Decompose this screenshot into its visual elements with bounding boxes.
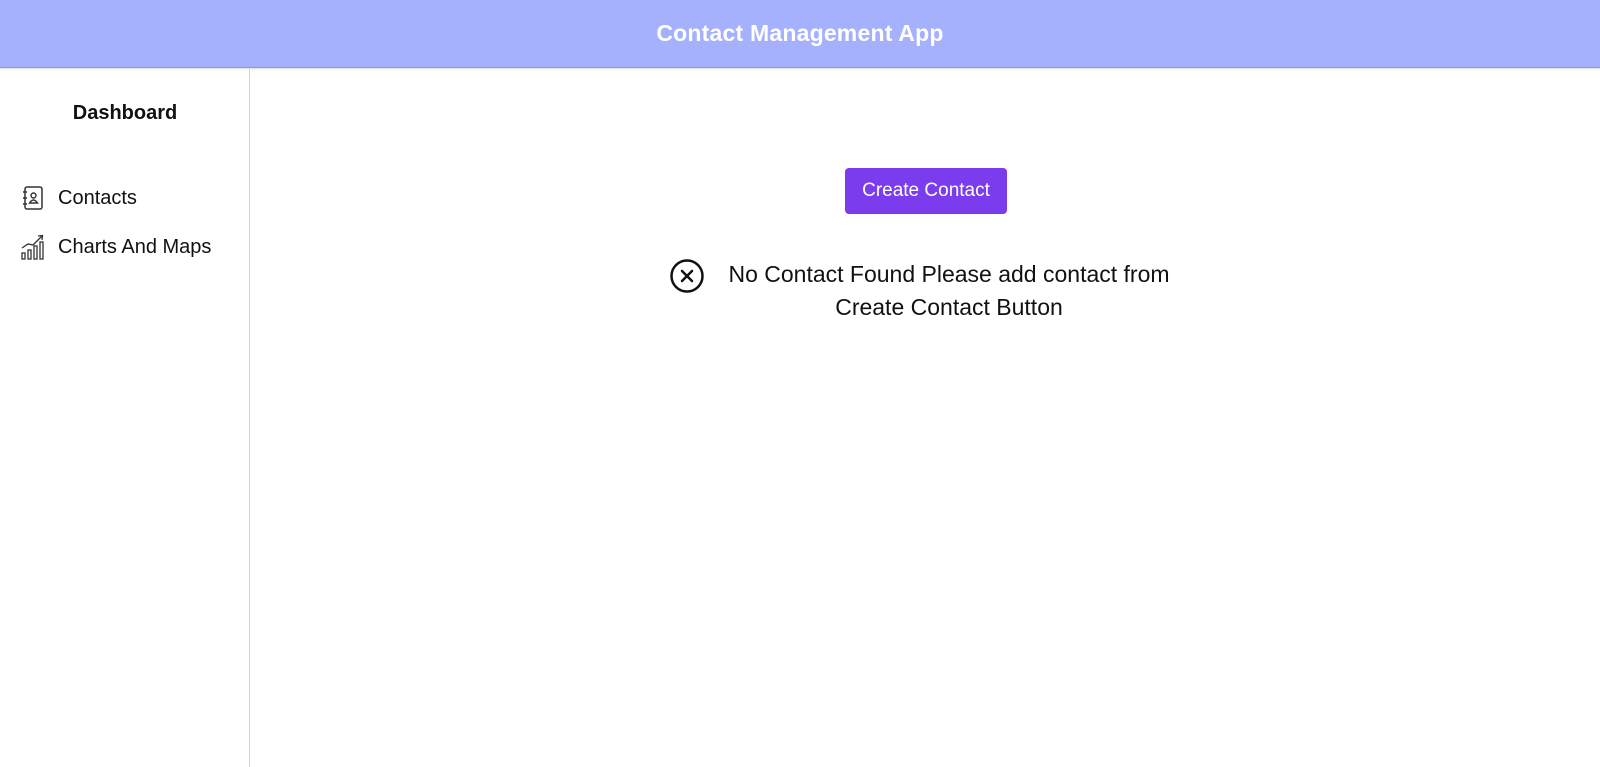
sidebar-item-contacts[interactable]: Contacts — [20, 183, 137, 213]
contact-book-icon — [20, 185, 46, 211]
sidebar-heading: Dashboard — [72, 102, 178, 124]
sidebar-item-label: Charts And Maps — [58, 235, 212, 258]
sidebar: Dashboard Contacts Charts And Maps — [0, 69, 250, 767]
sidebar-item-label: Contacts — [58, 186, 137, 209]
app-title: Contact Management App — [656, 20, 944, 46]
main-content: Create Contact No Contact Found Please a… — [251, 69, 1600, 767]
create-contact-button[interactable]: Create Contact — [845, 168, 1007, 214]
close-circle-icon — [669, 258, 705, 294]
empty-state-message: No Contact Found Please add contact from… — [728, 261, 1170, 320]
chart-growth-icon — [20, 234, 46, 260]
empty-state: No Contact Found Please add contact from… — [669, 258, 1189, 328]
sidebar-item-charts-and-maps[interactable]: Charts And Maps — [20, 232, 211, 262]
app-header: Contact Management App — [0, 0, 1600, 68]
